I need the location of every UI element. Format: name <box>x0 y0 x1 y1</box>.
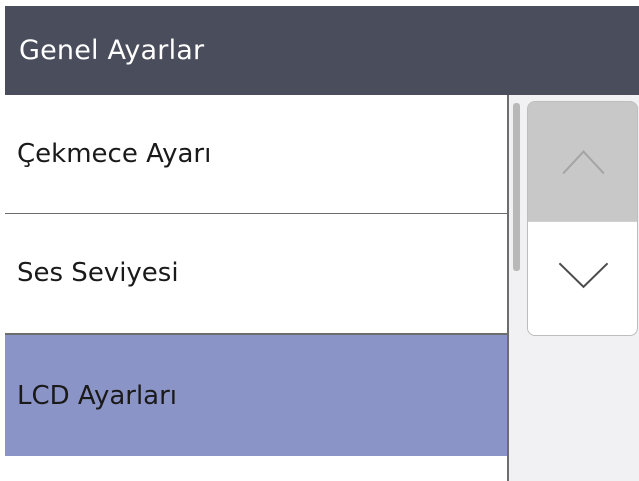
title-bar: Genel Ayarlar <box>5 6 639 95</box>
menu-item-label: Çekmece Ayarı <box>17 139 212 169</box>
lcd-screen: Genel Ayarlar Çekmece Ayarı Ses Seviyesi… <box>0 0 639 481</box>
menu-item-ses-seviyesi[interactable]: Ses Seviyesi <box>5 214 507 332</box>
scroll-up-button[interactable] <box>527 101 638 221</box>
menu-item-label: LCD Ayarları <box>17 380 178 411</box>
page-title: Genel Ayarlar <box>19 35 205 66</box>
menu-item-label: Ses Seviyesi <box>17 258 179 288</box>
menu-item-lcd-ayarlari[interactable]: LCD Ayarları <box>5 335 507 456</box>
next-menu-item-partial[interactable] <box>5 456 507 481</box>
chevron-up-icon <box>562 150 605 175</box>
scroll-down-button[interactable] <box>527 221 638 336</box>
chevron-down-icon <box>558 262 609 289</box>
menu-item-cekmece-ayari[interactable]: Çekmece Ayarı <box>5 95 507 213</box>
scroll-panel <box>509 95 639 481</box>
scrollbar-thumb[interactable] <box>513 103 520 271</box>
settings-menu-list: Çekmece Ayarı Ses Seviyesi LCD Ayarları <box>5 95 507 481</box>
